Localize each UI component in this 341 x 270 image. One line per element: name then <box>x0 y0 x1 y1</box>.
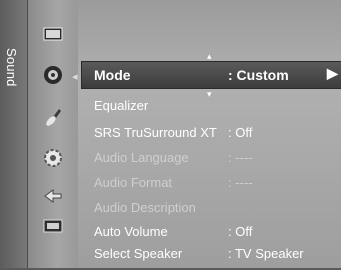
setup-icon[interactable] <box>41 146 65 170</box>
tv-osd-menu: Sound ◂ ▴ Mode : Custom ▶ ▾ Equalizer SR… <box>0 0 341 270</box>
menu-item-value: : ---- <box>228 175 253 190</box>
menu-item-value: : Custom <box>228 67 289 83</box>
menu-item-value: : Off <box>228 224 253 239</box>
menu-item-value: : ---- <box>228 150 253 165</box>
menu-item-mode[interactable]: Mode : Custom ▶ <box>82 62 341 88</box>
menu-item-label: Audio Description <box>94 200 196 215</box>
picture-icon[interactable] <box>41 22 65 46</box>
chevron-right-icon: ▶ <box>327 65 338 81</box>
section-title: Sound <box>4 48 19 87</box>
menu-item-audio-description: Audio Description <box>88 198 341 218</box>
menu-item-auto-volume[interactable]: Auto Volume : Off <box>88 222 341 242</box>
menu-category-column: ◂ <box>28 0 78 270</box>
menu-item-label: Audio Format <box>94 175 173 190</box>
menu-item-audio-format: Audio Format : ---- <box>88 173 341 193</box>
channel-icon[interactable] <box>41 105 65 129</box>
chevron-left-icon: ◂ <box>72 71 78 83</box>
input-icon[interactable] <box>41 184 65 208</box>
menu-item-srs-trusurround[interactable]: SRS TruSurround XT : Off <box>88 123 341 143</box>
menu-item-value: : TV Speaker <box>228 246 304 261</box>
menu-section-tab: Sound <box>0 0 28 270</box>
menu-item-equalizer[interactable]: Equalizer <box>88 96 341 116</box>
menu-item-select-speaker[interactable]: Select Speaker : TV Speaker <box>88 244 341 264</box>
menu-item-label: Mode <box>94 67 131 83</box>
application-icon[interactable] <box>41 214 65 238</box>
menu-item-label: Equalizer <box>94 98 149 113</box>
sound-icon[interactable] <box>41 63 65 87</box>
menu-item-value: : Off <box>228 125 253 140</box>
menu-item-label: Audio Language <box>94 150 189 165</box>
scroll-up-icon: ▴ <box>207 51 212 61</box>
menu-item-audio-language: Audio Language : ---- <box>88 148 341 168</box>
menu-item-label: SRS TruSurround XT <box>94 125 217 140</box>
menu-item-label: Select Speaker <box>94 246 183 261</box>
menu-item-label: Auto Volume <box>94 224 168 239</box>
